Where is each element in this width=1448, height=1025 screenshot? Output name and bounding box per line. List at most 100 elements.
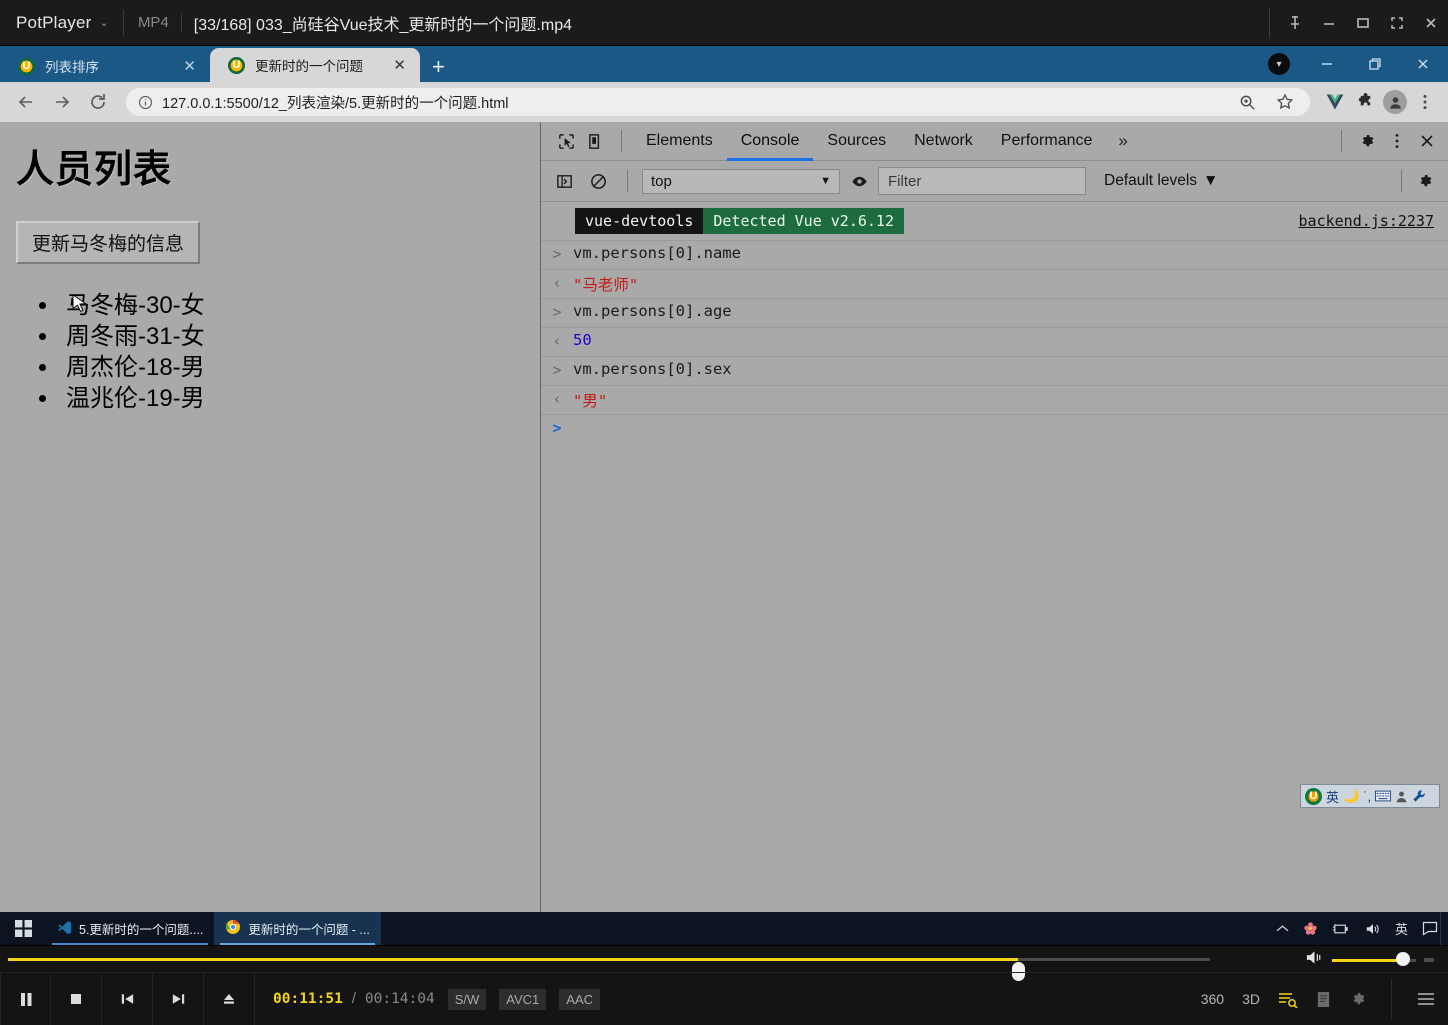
console-row-output: ‹ "男" [541,386,1448,415]
log-levels-dropdown[interactable]: Default levels ▼ [1104,172,1218,190]
ime-floating-bar[interactable]: U 英 🌙 ˙, [1300,784,1440,808]
volume-slider[interactable] [1332,951,1416,966]
tab-network[interactable]: Network [900,122,987,161]
console-sidebar-icon[interactable] [549,166,579,196]
taskbar-item-label: 5.更新时的一个问题.... [79,923,204,937]
minimize-icon[interactable] [1304,46,1350,82]
more-tabs-icon[interactable]: » [1106,131,1139,151]
wrench-icon[interactable] [1412,789,1426,803]
address-bar[interactable]: 127.0.0.1:5500/12_列表渲染/5.更新时的一个问题.html [126,88,1310,116]
moon-icon[interactable]: 🌙 [1343,788,1359,804]
zoom-icon[interactable] [1234,89,1260,115]
output-chevron-icon: ‹ [552,274,562,292]
browser-tab-2[interactable]: U 更新时的一个问题 ✕ [210,48,420,82]
volume-icon[interactable] [1365,922,1381,936]
pin-icon[interactable] [1278,0,1312,46]
potplayer-titlebar: PotPlayer ⌄ MP4 [33/168] 033_尚硅谷Vue技术_更新… [0,0,1448,46]
new-tab-button[interactable]: + [420,56,457,82]
list-item: 马冬梅-30-女 [60,290,540,321]
bookmark-star-icon[interactable] [1272,89,1298,115]
chevron-down-icon: ⌄ [99,17,109,29]
live-expression-icon[interactable] [844,166,874,196]
clear-console-icon[interactable] [583,166,613,196]
profile-avatar-icon[interactable] [1382,89,1408,115]
inspect-element-icon[interactable] [551,126,581,156]
execution-context-value: top [651,172,672,190]
eject-button[interactable] [204,972,255,1025]
potplayer-app-menu[interactable]: PotPlayer ⌄ [0,13,109,33]
settings-gear-icon[interactable] [1352,126,1382,156]
taskbar-item-vscode[interactable]: 5.更新时的一个问题.... [46,912,214,945]
taskbar-item-chrome[interactable]: 更新时的一个问题 - ... [214,912,381,945]
sogou-logo-icon[interactable]: U [1305,787,1322,805]
tab-close-icon[interactable]: ✕ [179,57,200,75]
volume-icon[interactable] [1305,950,1324,970]
user-icon[interactable] [1395,790,1408,803]
list-item: 周杰伦-18-男 [60,352,540,383]
volume-handle[interactable] [1396,951,1411,966]
notifications-icon[interactable] [1422,921,1438,936]
keyboard-icon[interactable] [1375,790,1392,802]
prompt-chevron-icon: > [552,419,562,437]
ime-language-label[interactable]: 英 [1326,787,1339,806]
forward-button[interactable] [46,86,78,118]
vr360-button[interactable]: 360 [1201,991,1224,1007]
console-result: 50 [573,331,592,349]
console-prompt-row[interactable]: > [541,415,1448,444]
previous-button[interactable] [102,972,153,1025]
vue-devtools-icon[interactable] [1322,89,1348,115]
console-output[interactable]: vue-devtools Detected Vue v2.6.12 backen… [541,202,1448,912]
execution-context-select[interactable]: top ▼ [642,168,840,194]
start-button[interactable] [0,912,46,945]
reload-button[interactable] [82,86,114,118]
person-list: 马冬梅-30-女 周冬雨-31-女 周杰伦-18-男 温兆伦-19-男 [60,290,540,414]
tab-close-icon[interactable]: ✕ [389,56,410,74]
device-toolbar-icon[interactable] [581,126,611,156]
profile-badge-icon[interactable]: ▾ [1268,53,1290,75]
back-button[interactable] [10,86,42,118]
restore-icon[interactable] [1352,46,1398,82]
address-bar-url: 127.0.0.1:5500/12_列表渲染/5.更新时的一个问题.html [162,95,509,112]
console-source-link[interactable]: backend.js:2237 [1299,212,1434,230]
pause-button[interactable] [0,972,51,1025]
minimize-icon[interactable] [1312,0,1346,46]
punctuation-icon[interactable]: ˙, [1363,789,1371,804]
console-settings-icon[interactable] [1410,166,1440,196]
sogou-flower-icon[interactable] [1303,921,1318,936]
next-button[interactable] [153,972,204,1025]
seek-bar[interactable] [8,958,1210,981]
console-row-output: ‹ "马老师" [541,270,1448,299]
tab-sources[interactable]: Sources [813,122,900,161]
tab-performance[interactable]: Performance [987,122,1107,161]
three-d-button[interactable]: 3D [1242,991,1260,1007]
close-devtools-icon[interactable] [1412,126,1442,156]
preferences-gear-icon[interactable] [1349,990,1367,1008]
hamburger-menu-icon[interactable] [1416,991,1436,1007]
fullscreen-icon[interactable] [1380,0,1414,46]
ime-language-indicator[interactable]: 英 [1395,919,1408,938]
tab-elements[interactable]: Elements [632,122,727,161]
extensions-icon[interactable] [1352,89,1378,115]
bookmark-list-icon[interactable] [1316,991,1331,1008]
console-toolbar: top ▼ Filter Default levels ▼ [541,161,1448,202]
chevron-up-icon[interactable] [1276,924,1289,933]
time-display: 00:11:51 / 00:14:04 S/W AVC1 AAC [255,988,601,1010]
close-icon[interactable] [1414,0,1448,46]
tab-console[interactable]: Console [727,122,814,161]
chrome-menu-icon[interactable] [1412,89,1438,115]
maximize-icon[interactable] [1346,0,1380,46]
info-icon[interactable] [138,95,153,110]
desktop-root: PotPlayer ⌄ MP4 [33/168] 033_尚硅谷Vue技术_更新… [0,0,1448,1025]
browser-tab-1[interactable]: U 列表排序 ✕ [0,50,210,82]
show-desktop-button[interactable] [1440,912,1448,945]
console-row-banner: vue-devtools Detected Vue v2.6.12 backen… [541,202,1448,241]
update-person-button[interactable]: 更新马冬梅的信息 [16,221,201,264]
battery-icon[interactable] [1332,923,1351,935]
stop-button[interactable] [51,972,102,1025]
close-icon[interactable] [1400,46,1446,82]
more-options-icon[interactable] [1382,126,1412,156]
playlist-icon[interactable] [1278,991,1298,1008]
windows-taskbar: 5.更新时的一个问题.... 更新时的一个问题 - ... 英 [0,912,1448,945]
seek-area [0,946,1448,981]
console-filter-input[interactable]: Filter [878,167,1086,195]
